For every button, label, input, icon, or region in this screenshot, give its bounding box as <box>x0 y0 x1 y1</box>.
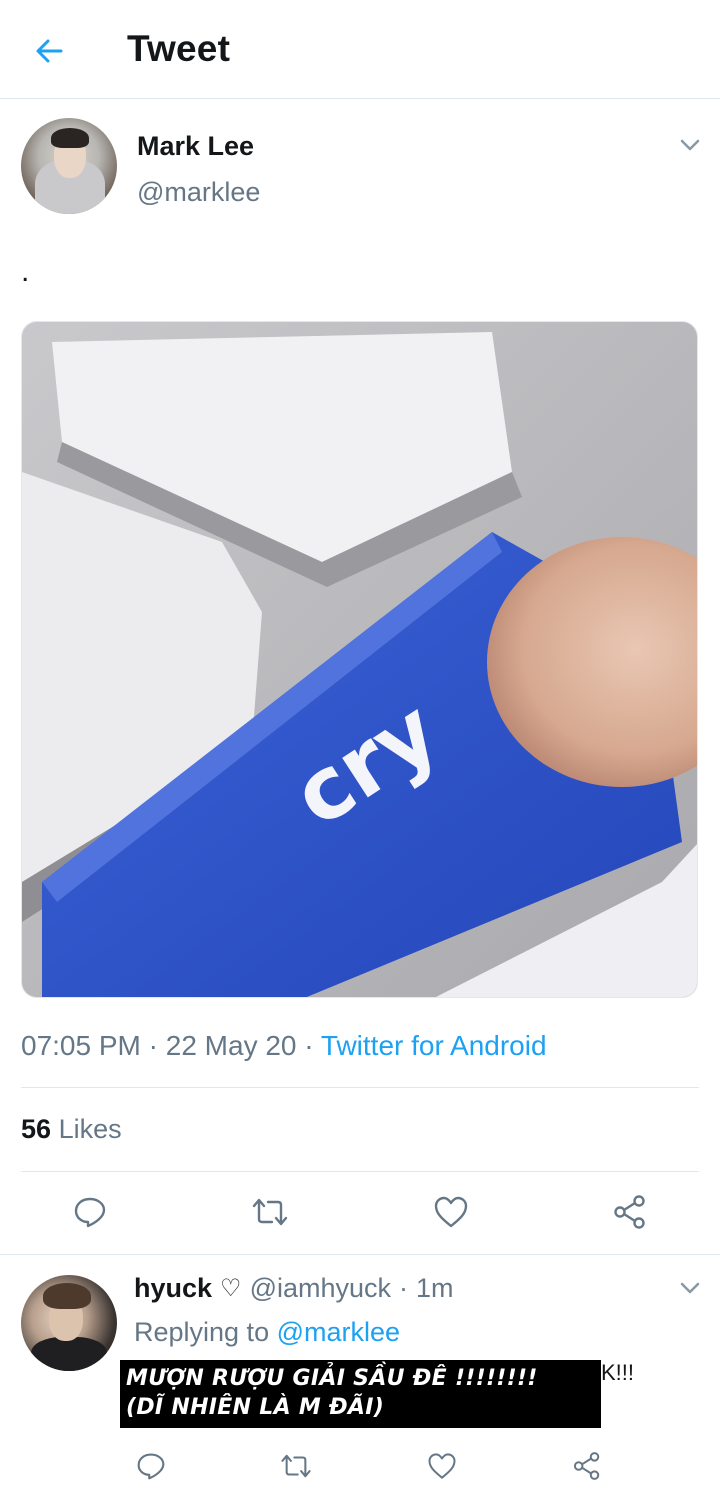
divider <box>21 1171 699 1172</box>
reply-reply-button[interactable] <box>131 1446 171 1486</box>
reply-author-row: hyuck ♡ @iamhyuck · 1m <box>134 1273 454 1304</box>
top-app-bar: Tweet <box>0 0 720 99</box>
reply-author-avatar[interactable] <box>21 1275 117 1371</box>
likes-stat[interactable]: 56 Likes <box>21 1114 122 1145</box>
replying-to-label: Replying to <box>134 1317 270 1347</box>
reply-retweet-button[interactable] <box>276 1446 316 1486</box>
tweet-media-image[interactable]: cry <box>21 321 698 998</box>
reply-text-suffix: K!!! <box>601 1360 635 1385</box>
heart-icon <box>434 1196 468 1228</box>
heart-icon <box>428 1453 456 1479</box>
reply-icon <box>74 1197 106 1228</box>
section-divider <box>0 1254 720 1255</box>
likes-count: 56 <box>21 1114 52 1144</box>
back-button[interactable] <box>28 30 70 72</box>
back-arrow-icon <box>36 39 63 63</box>
cry-key-image: cry <box>22 322 697 997</box>
retweet-icon <box>252 1198 288 1226</box>
share-icon <box>614 1195 645 1229</box>
reply-text-image[interactable]: MƯỢN RƯỢU GIẢI SẦU ĐÊ !!!!!!!! (DĨ NHIÊN… <box>120 1360 601 1428</box>
tweet-source-link[interactable]: Twitter for Android <box>321 1030 547 1061</box>
retweet-icon <box>281 1454 311 1478</box>
tweet-date: 22 May 20 <box>165 1030 297 1061</box>
like-button[interactable] <box>427 1188 475 1236</box>
author-handle[interactable]: @marklee <box>137 177 260 208</box>
share-button[interactable] <box>606 1188 654 1236</box>
replying-to-mention[interactable]: @marklee <box>277 1317 400 1347</box>
likes-label: Likes <box>58 1114 122 1144</box>
chevron-down-icon[interactable] <box>677 1275 703 1301</box>
reply-button[interactable] <box>66 1188 114 1236</box>
author-avatar[interactable] <box>21 118 117 214</box>
reply-icon <box>137 1453 165 1480</box>
heart-emoji-icon: ♡ <box>220 1275 242 1302</box>
author-name[interactable]: Mark Lee <box>137 131 254 162</box>
separator-dot: · <box>399 1273 409 1303</box>
reply-action-bar <box>0 1440 720 1500</box>
chevron-down-icon[interactable] <box>677 132 703 158</box>
share-icon <box>573 1452 600 1480</box>
reply-author-handle[interactable]: @iamhyuck <box>250 1273 391 1304</box>
reply-share-button[interactable] <box>567 1446 607 1486</box>
tweet-time: 07:05 PM <box>21 1030 141 1061</box>
reply-time: 1m <box>416 1273 454 1303</box>
reply-image-line-1: MƯỢN RƯỢU GIẢI SẦU ĐÊ !!!!!!!! <box>126 1366 538 1391</box>
tweet-text: . <box>21 255 30 288</box>
reply-like-button[interactable] <box>422 1446 462 1486</box>
reply-image-line-2: (DĨ NHIÊN LÀ M ĐÃI) <box>126 1395 385 1420</box>
replying-to-line: Replying to @marklee <box>134 1317 400 1348</box>
tweet-metadata: 07:05 PM · 22 May 20 · Twitter for Andro… <box>21 1030 547 1061</box>
tweet-action-bar <box>0 1182 720 1242</box>
divider <box>21 1087 699 1088</box>
reply-author-name[interactable]: hyuck <box>134 1273 212 1304</box>
page-title: Tweet <box>127 28 231 69</box>
retweet-button[interactable] <box>246 1188 294 1236</box>
